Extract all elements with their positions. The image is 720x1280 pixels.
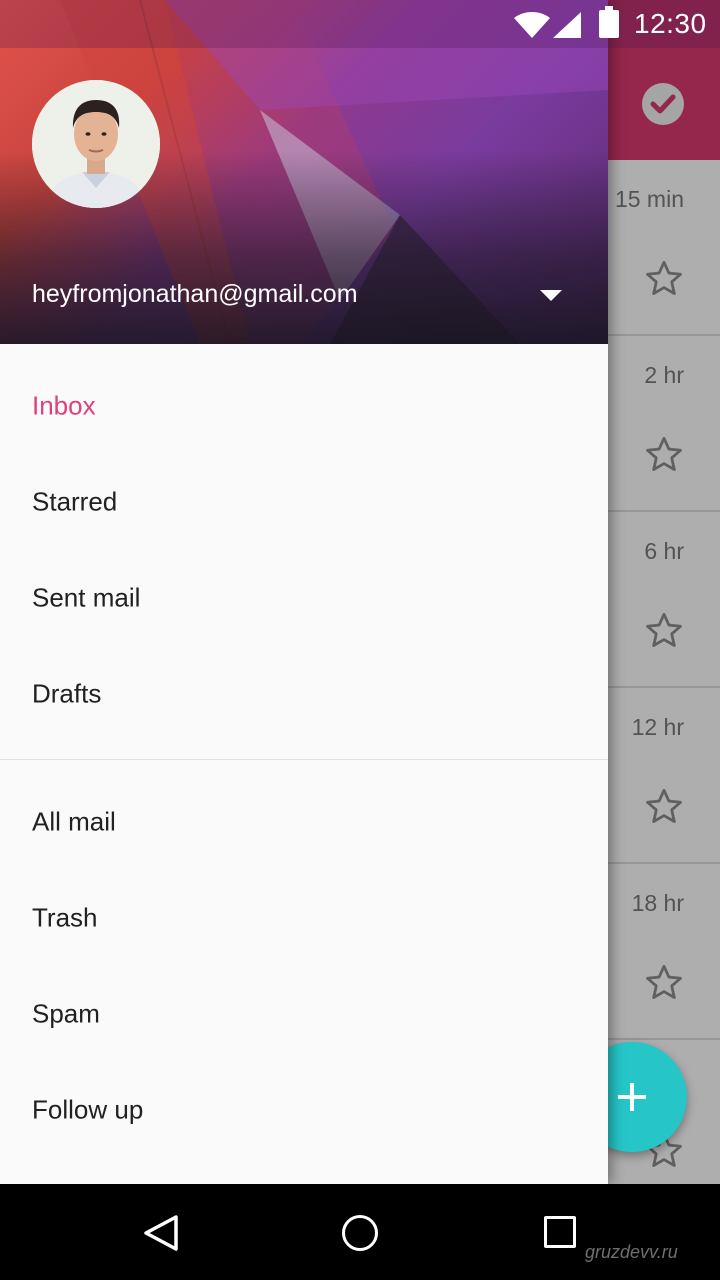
status-bar: 12:30 <box>0 0 720 48</box>
back-icon[interactable] <box>143 1214 179 1257</box>
nav-item-label: Trash <box>32 902 98 933</box>
nav-item-drafts[interactable]: Drafts <box>0 648 608 744</box>
status-time: 12:30 <box>634 8 707 39</box>
nav-item-follow-up[interactable]: Follow up <box>0 1064 608 1160</box>
home-icon[interactable] <box>342 1215 378 1251</box>
drawer-nav: Inbox Starred Sent mail Drafts All mail … <box>0 344 608 1160</box>
account-header: heyfromjonathan@gmail.com <box>0 0 608 344</box>
battery-icon <box>599 6 619 38</box>
nav-divider <box>0 744 608 760</box>
nav-item-all-mail[interactable]: All mail <box>0 776 608 872</box>
nav-item-sent-mail[interactable]: Sent mail <box>0 552 608 648</box>
navigation-drawer: heyfromjonathan@gmail.com Inbox Starred … <box>0 0 608 1184</box>
nav-item-label: Follow up <box>32 1094 144 1125</box>
nav-item-spam[interactable]: Spam <box>0 968 608 1064</box>
nav-item-label: Inbox <box>32 390 96 421</box>
avatar[interactable] <box>32 80 160 208</box>
account-email[interactable]: heyfromjonathan@gmail.com <box>32 280 358 309</box>
nav-item-label: Drafts <box>32 678 102 709</box>
nav-item-label: Spam <box>32 998 100 1029</box>
nav-item-label: Sent mail <box>32 582 141 613</box>
watermark: gruzdevv.ru <box>585 1242 678 1262</box>
wifi-icon <box>514 12 550 43</box>
nav-item-label: Starred <box>32 486 118 517</box>
dropdown-arrow-icon[interactable] <box>540 290 562 301</box>
nav-item-starred[interactable]: Starred <box>0 456 608 552</box>
secondary-folders: All mail Trash Spam Follow up <box>0 776 608 1160</box>
nav-item-inbox[interactable]: Inbox <box>0 360 608 456</box>
signal-icon <box>553 12 581 43</box>
nav-item-trash[interactable]: Trash <box>0 872 608 968</box>
nav-item-label: All mail <box>32 806 116 837</box>
recents-icon[interactable] <box>544 1216 576 1248</box>
primary-folders: Inbox Starred Sent mail Drafts <box>0 344 608 744</box>
